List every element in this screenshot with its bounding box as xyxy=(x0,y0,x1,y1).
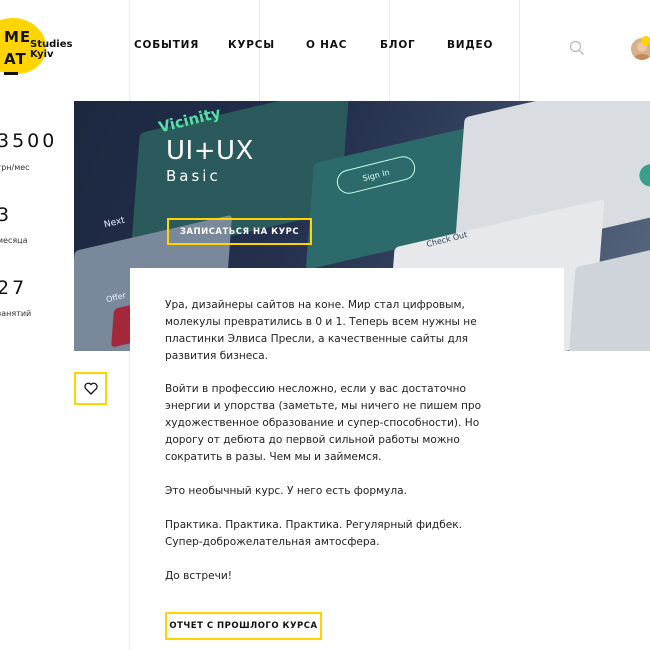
description-paragraph: Практика. Практика. Практика. Регулярный… xyxy=(165,519,463,548)
stat-duration-label: месяца xyxy=(0,236,28,245)
course-title: UI+UX xyxy=(166,136,254,166)
favorite-button[interactable] xyxy=(74,372,107,405)
course-subtitle: Basic xyxy=(166,167,221,185)
enroll-button[interactable]: ЗАПИСАТЬСЯ НА КУРС xyxy=(167,218,312,245)
search-icon[interactable] xyxy=(569,40,585,56)
description-paragraph: Это необычный курс. У него есть формула. xyxy=(165,485,407,497)
stat-lessons-label: занятий xyxy=(0,309,32,318)
logo-studio: Studies Kyiv xyxy=(30,40,72,60)
stat-price-value: 3500 xyxy=(0,130,58,152)
stat-lessons-value: 27 xyxy=(0,277,28,299)
description-paragraph: Войти в профессию несложно, если у вас д… xyxy=(165,383,482,463)
nav-item-video[interactable]: ВИДЕО xyxy=(447,39,493,51)
heart-icon xyxy=(83,382,98,395)
nav-item-events[interactable]: СОБЫТИЯ xyxy=(134,39,199,51)
logo-studio-line2: Kyiv xyxy=(30,49,54,60)
stat-duration-value: 3 xyxy=(0,204,13,226)
nav-item-about[interactable]: О НАС xyxy=(306,39,347,51)
logo-dash xyxy=(4,72,18,75)
description-paragraph: До встречи! xyxy=(165,570,232,582)
logo[interactable]: ME AT Studies Kyiv xyxy=(0,18,72,76)
logo-text-bottom: AT xyxy=(4,50,27,68)
report-button[interactable]: ОТЧЕТ С ПРОШЛОГО КУРСА xyxy=(165,612,322,640)
nav-item-courses[interactable]: КУРСЫ xyxy=(228,39,275,51)
nav-item-blog[interactable]: БЛОГ xyxy=(380,39,416,51)
mockup-word: Next xyxy=(103,215,126,231)
description-paragraph: Ура, дизайнеры сайтов на коне. Мир стал … xyxy=(165,299,477,362)
logo-text-top: ME xyxy=(4,28,32,46)
notification-dot xyxy=(641,36,650,46)
stat-price-label: грн/мес xyxy=(0,163,30,172)
